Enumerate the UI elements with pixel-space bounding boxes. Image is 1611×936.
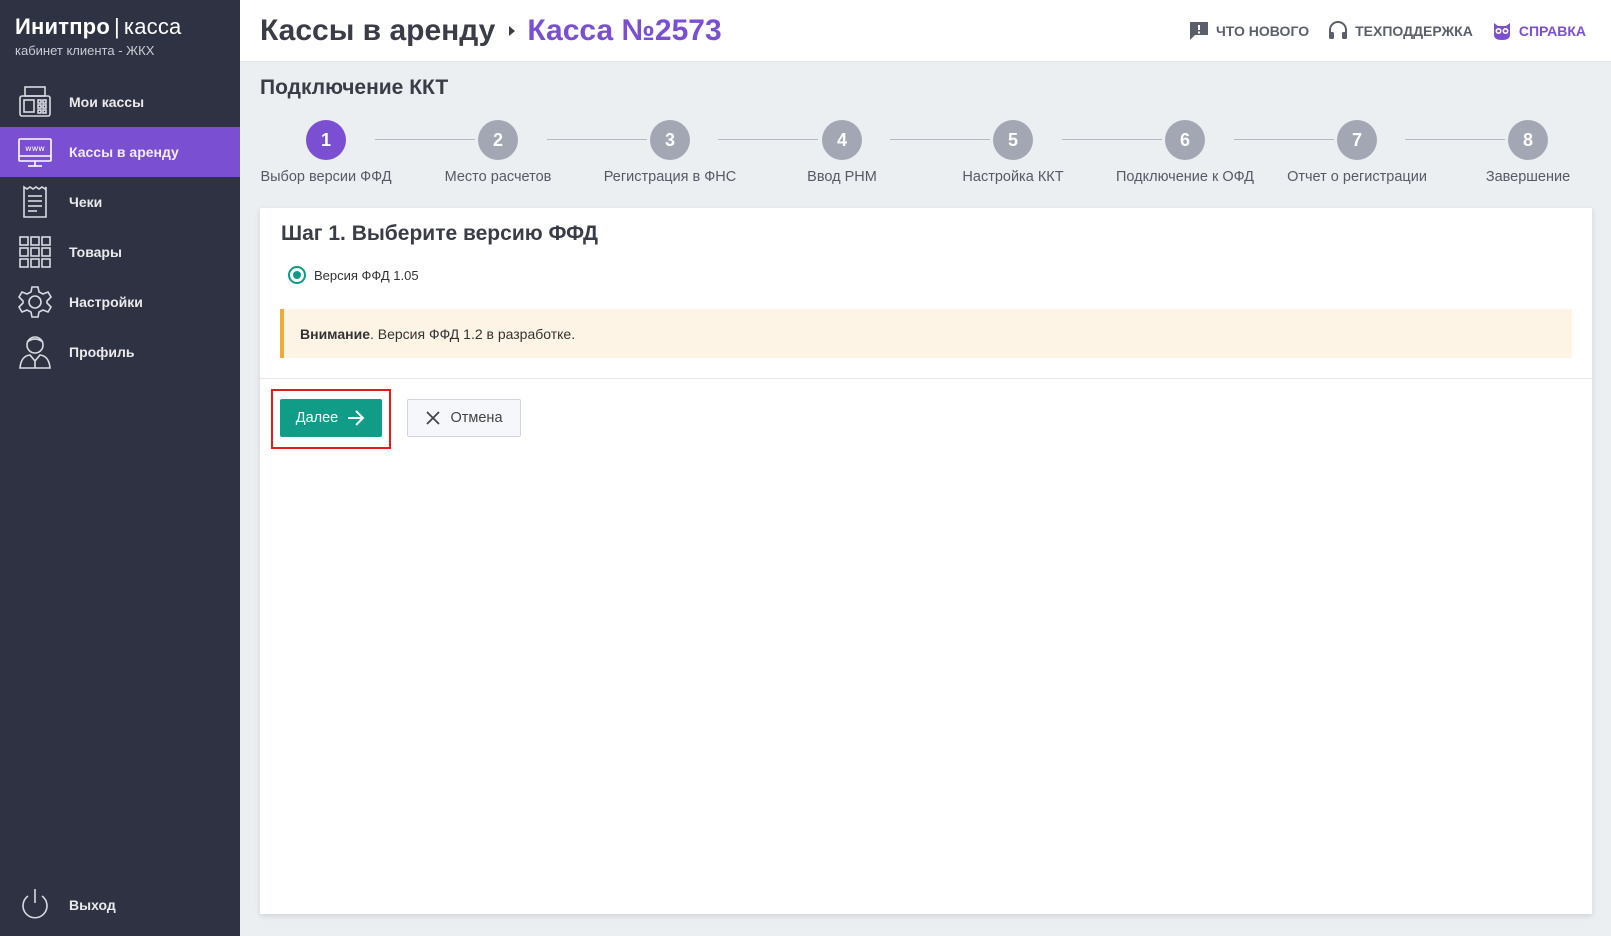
- step-7: 7 Отчет о регистрации: [1267, 120, 1447, 185]
- power-icon: [17, 887, 53, 923]
- step-label: Выбор версии ФФД: [260, 169, 392, 185]
- alert-strong: Внимание: [300, 325, 370, 342]
- close-icon: [426, 411, 441, 425]
- step-number: 5: [993, 120, 1033, 160]
- arrow-right-icon: [348, 410, 365, 426]
- help-link[interactable]: СПРАВКА: [1491, 20, 1586, 42]
- step-1[interactable]: 1 Выбор версии ФФД: [236, 120, 416, 185]
- logout-button[interactable]: Выход: [0, 888, 240, 936]
- step-card: Шаг 1. Выберите версию ФФД Версия ФФД 1.…: [260, 208, 1592, 914]
- brand-product: касса: [123, 14, 182, 39]
- step-label: Подключение к ОФД: [1116, 169, 1254, 185]
- sidebar: Инитпро | касса кабинет клиента - ЖКХ Мои …: [0, 0, 240, 936]
- logout-label: Выход: [69, 897, 116, 913]
- step-6: 6 Подключение к ОФД: [1095, 120, 1275, 185]
- cancel-label: Отмена: [450, 410, 503, 426]
- header-links: ЧТО НОВОГО ТЕХПОДДЕРЖКА СПРАВКА: [1170, 20, 1586, 42]
- step-label: Регистрация в ФНС: [603, 169, 737, 185]
- warning-alert: Внимание. Версия ФФД 1.2 в разработке.: [280, 309, 1572, 358]
- sidebar-item-rental-cashboxes[interactable]: www Кассы в аренду: [0, 127, 240, 177]
- sidebar-item-receipts[interactable]: Чеки: [0, 177, 240, 227]
- page-title: Подключение ККТ: [260, 76, 449, 99]
- sidebar-item-label: Кассы в аренду: [69, 144, 179, 160]
- step-number: 2: [478, 120, 518, 160]
- divider: [260, 378, 1592, 379]
- step-2: 2 Место расчетов: [408, 120, 588, 185]
- brand-subtitle: кабинет клиента - ЖКХ: [15, 43, 155, 58]
- stepper: 1 Выбор версии ФФД 2 Место расчетов 3 Ре…: [260, 120, 1580, 190]
- sidebar-item-profile[interactable]: Профиль: [0, 327, 240, 377]
- sidebar-item-label: Товары: [69, 244, 122, 260]
- sidebar-item-label: Мои кассы: [69, 94, 145, 110]
- brand-logo[interactable]: Инитпро | касса кабинет клиента - ЖКХ: [15, 14, 181, 58]
- next-button[interactable]: Далее: [280, 399, 382, 437]
- sidebar-nav: Мои кассы www Кассы в аренду Чеки Товары…: [0, 77, 240, 377]
- step-title: Шаг 1. Выберите версию ФФД: [281, 222, 598, 245]
- brand-separator: |: [113, 14, 120, 39]
- sidebar-item-products[interactable]: Товары: [0, 227, 240, 277]
- step-number: 6: [1165, 120, 1205, 160]
- step-number: 4: [822, 120, 862, 160]
- step-label: Ввод РНМ: [807, 169, 877, 185]
- monitor-www-icon: www: [17, 134, 53, 170]
- step-4: 4 Ввод РНМ: [752, 120, 932, 185]
- sidebar-item-label: Настройки: [69, 294, 143, 310]
- support-label: ТЕХПОДДЕРЖКА: [1355, 23, 1473, 39]
- headset-icon: [1329, 21, 1348, 39]
- step-3: 3 Регистрация в ФНС: [580, 120, 760, 185]
- user-icon: [17, 334, 53, 370]
- brand-title: Инитпро | касса: [15, 14, 181, 40]
- receipt-icon: [17, 184, 53, 220]
- next-label: Далее: [295, 410, 339, 426]
- grid-icon: [17, 234, 53, 270]
- step-number: 8: [1508, 120, 1548, 160]
- step-label: Настройка ККТ: [962, 169, 1064, 185]
- sidebar-item-label: Чеки: [69, 194, 103, 210]
- news-icon: [1189, 22, 1208, 40]
- svg-text:www: www: [25, 144, 45, 153]
- ffd-version-radio[interactable]: [288, 266, 306, 284]
- whats-new-label: ЧТО НОВОГО: [1215, 23, 1310, 39]
- step-label: Место расчетов: [444, 169, 552, 185]
- sidebar-item-my-cashboxes[interactable]: Мои кассы: [0, 77, 240, 127]
- step-5: 5 Настройка ККТ: [923, 120, 1103, 185]
- cash-register-icon: [17, 84, 53, 120]
- breadcrumb-arrow-icon: [509, 26, 516, 36]
- brand-name: Инитпро: [15, 14, 110, 39]
- support-link[interactable]: ТЕХПОДДЕРЖКА: [1327, 20, 1473, 42]
- ffd-version-option[interactable]: Версия ФФД 1.05: [288, 266, 419, 284]
- breadcrumb-current: Касса №2573: [527, 14, 722, 47]
- breadcrumb: Кассы в аренду Касса №2573: [260, 14, 722, 48]
- whats-new-link[interactable]: ЧТО НОВОГО: [1188, 20, 1309, 42]
- step-number: 3: [650, 120, 690, 160]
- gear-icon: [17, 284, 53, 320]
- step-label: Отчет о регистрации: [1287, 169, 1427, 185]
- top-header: Кассы в аренду Касса №2573 ЧТО НОВОГО ТЕ…: [240, 0, 1611, 62]
- owl-icon: [1493, 23, 1510, 40]
- alert-text: . Версия ФФД 1.2 в разработке.: [369, 325, 576, 342]
- help-label: СПРАВКА: [1518, 23, 1586, 39]
- breadcrumb-parent[interactable]: Кассы в аренду: [260, 14, 495, 48]
- sidebar-item-settings[interactable]: Настройки: [0, 277, 240, 327]
- step-8: 8 Завершение: [1438, 120, 1611, 185]
- step-number: 7: [1337, 120, 1377, 160]
- cancel-button[interactable]: Отмена: [407, 399, 521, 437]
- sidebar-item-label: Профиль: [69, 344, 135, 360]
- step-number: 1: [306, 120, 346, 160]
- ffd-version-label: Версия ФФД 1.05: [314, 267, 419, 283]
- step-label: Завершение: [1485, 169, 1571, 185]
